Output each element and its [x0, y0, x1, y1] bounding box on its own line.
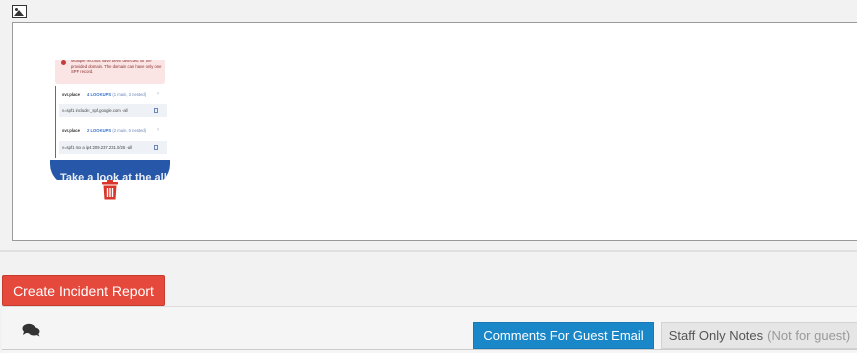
- tab-staff-only-notes[interactable]: Staff Only Notes (Not for guest): [661, 322, 857, 349]
- spf-lookup-list: svr.place 4 LOOKUPS (1 main, 3 nested) ›…: [55, 86, 167, 158]
- lookup-row: svr.place 2 LOOKUPS (2 main, 0 nested) ›: [59, 124, 167, 137]
- lookup-record-value: v=spf1 include:_spf.google.com -all: [62, 108, 128, 113]
- tab-comments-for-guest-email[interactable]: Comments For Guest Email: [473, 322, 654, 349]
- lookup-record-value: v=spf1 mx a ip4:209.237.231.0/25 -all: [62, 145, 132, 150]
- attachment-thumbnail[interactable]: Multiple records have been detected for …: [50, 60, 170, 180]
- lookup-row: svr.place 4 LOOKUPS (1 main, 3 nested) ›: [59, 88, 167, 101]
- image-icon: [12, 5, 27, 18]
- spf-alert: Multiple records have been detected for …: [55, 60, 165, 84]
- tab-baseline: [2, 349, 857, 350]
- comments-icon: [22, 323, 40, 337]
- create-incident-report-button[interactable]: Create Incident Report: [2, 275, 165, 306]
- lookup-count: 4 LOOKUPS (1 main, 3 nested): [87, 92, 147, 97]
- copy-icon: [154, 108, 158, 113]
- alert-text: Multiple records have been detected for …: [71, 60, 162, 75]
- tab-staff-note: (Not for guest): [767, 328, 851, 343]
- preview-banner: Take a look at the all: [50, 160, 170, 180]
- page: Multiple records have been detected for …: [0, 0, 857, 353]
- chevron-right-icon: ›: [157, 127, 159, 133]
- section-divider: [0, 250, 857, 252]
- trash-icon[interactable]: [101, 180, 119, 200]
- lookup-record-row: v=spf1 mx a ip4:209.237.231.0/25 -all: [59, 141, 167, 154]
- chevron-right-icon: ›: [157, 91, 159, 97]
- alert-icon: [61, 60, 66, 65]
- copy-icon: [154, 145, 158, 150]
- tab-staff-label: Staff Only Notes: [668, 328, 764, 343]
- lookup-host: svr.place: [62, 92, 80, 97]
- lookup-host: svr.place: [62, 128, 80, 133]
- banner-text: Take a look at the all: [60, 172, 167, 180]
- lookup-record-row: v=spf1 include:_spf.google.com -all: [59, 104, 167, 117]
- lookup-count: 2 LOOKUPS (2 main, 0 nested): [87, 128, 147, 133]
